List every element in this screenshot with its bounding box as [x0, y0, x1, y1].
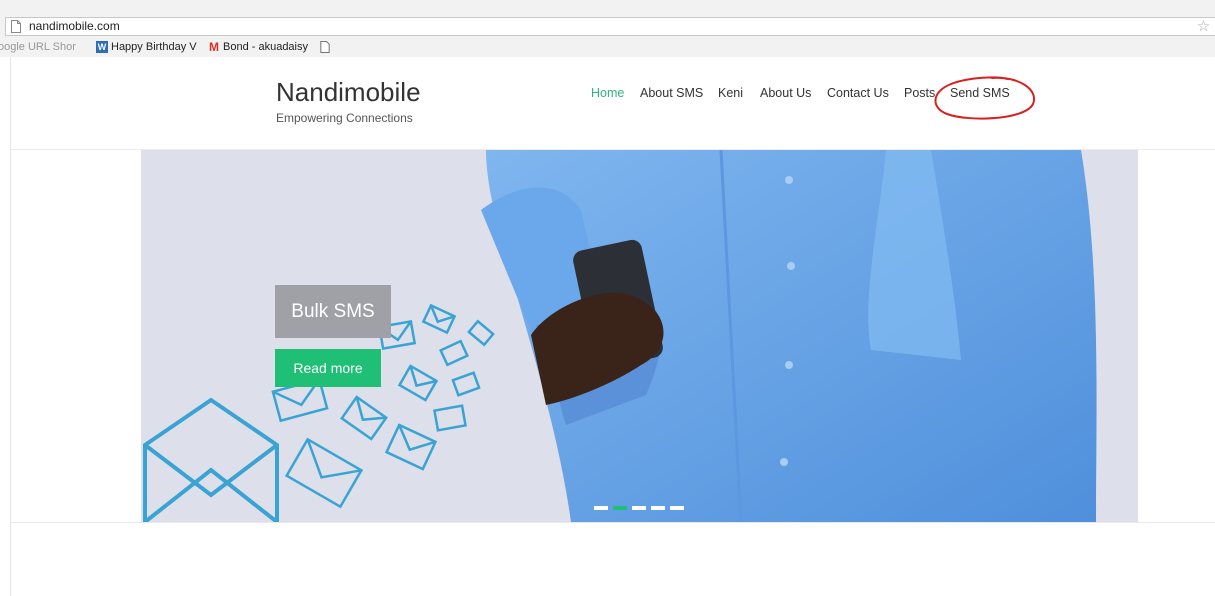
slider-dot[interactable] — [632, 506, 646, 510]
hero-title: Bulk SMS — [275, 285, 391, 338]
section-divider — [11, 522, 1215, 523]
nav-item-contact-us[interactable]: Contact Us — [827, 86, 889, 100]
read-more-button[interactable]: Read more — [275, 349, 381, 387]
bookmarks-bar: oogle URL Shor W Happy Birthday V M Bond… — [0, 37, 1215, 57]
url-text: nandimobile.com — [29, 19, 120, 33]
bookmark-item[interactable] — [320, 37, 333, 57]
slider-dot[interactable] — [651, 506, 665, 510]
slider-dot[interactable] — [670, 506, 684, 510]
nav-item-keni[interactable]: Keni — [718, 86, 743, 100]
page-left-edge — [0, 57, 11, 596]
bookmark-item[interactable]: W Happy Birthday V — [96, 37, 197, 57]
nav-item-home[interactable]: Home — [591, 86, 624, 100]
page-icon — [11, 20, 21, 33]
site-tagline: Empowering Connections — [276, 111, 413, 125]
slider-dot[interactable] — [594, 506, 608, 510]
bookmark-item[interactable]: oogle URL Shor — [0, 37, 76, 57]
page-icon — [320, 41, 330, 53]
w-icon: W — [96, 41, 108, 53]
bookmark-label: Happy Birthday V — [111, 41, 197, 53]
gmail-icon: M — [209, 40, 219, 54]
nav-item-about-sms[interactable]: About SMS — [640, 86, 703, 100]
hero-slider: Bulk SMS Read more — [141, 150, 1138, 522]
nav-item-about-us[interactable]: About Us — [760, 86, 811, 100]
annotation-circle — [934, 76, 1036, 120]
bookmark-item[interactable]: M Bond - akuadaisy — [208, 37, 308, 57]
bookmark-label: Bond - akuadaisy — [223, 41, 308, 53]
slider-dot-active[interactable] — [613, 506, 627, 510]
bookmark-star-icon[interactable]: ☆ — [1194, 17, 1213, 36]
address-bar[interactable]: nandimobile.com — [5, 17, 1215, 36]
site-title[interactable]: Nandimobile — [276, 77, 421, 108]
site-header: Nandimobile Empowering Connections Home … — [11, 57, 1215, 150]
browser-chrome: nandimobile.com ☆ oogle URL Shor W Happy… — [0, 0, 1215, 57]
bookmark-label: oogle URL Shor — [0, 41, 76, 53]
